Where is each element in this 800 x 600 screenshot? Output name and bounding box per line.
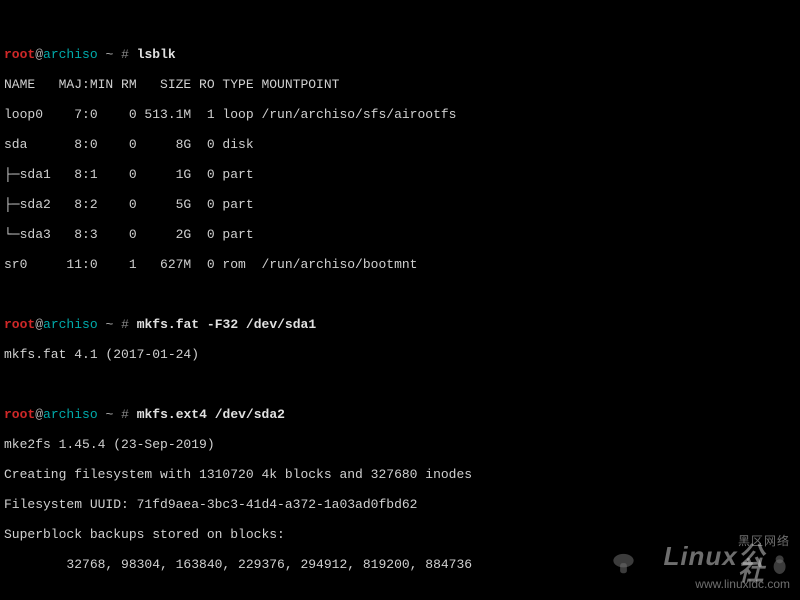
lsblk-row: loop0 7:0 0 513.1M 1 loop /run/archiso/s… (4, 107, 796, 122)
prompt-path: ~ (105, 47, 113, 62)
out-mke2fs: mke2fs 1.45.4 (23-Sep-2019) (4, 437, 796, 452)
cmd-mkfs-fat: mkfs.fat -F32 /dev/sda1 (137, 317, 316, 332)
lsblk-row: sda 8:0 0 8G 0 disk (4, 137, 796, 152)
lsblk-header: NAME MAJ:MIN RM SIZE RO TYPE MOUNTPOINT (4, 77, 796, 92)
lsblk-row: sr0 11:0 1 627M 0 rom /run/archiso/bootm… (4, 257, 796, 272)
out-mke2fs: Creating filesystem with 1310720 4k bloc… (4, 467, 796, 482)
out-mke2fs: Filesystem UUID: 71fd9aea-3bc3-41d4-a372… (4, 497, 796, 512)
out-blank (4, 587, 796, 600)
lsblk-row: ├─sda1 8:1 0 1G 0 part (4, 167, 796, 182)
lsblk-row: ├─sda2 8:2 0 5G 0 part (4, 197, 796, 212)
terminal[interactable]: root@archiso ~ # lsblk NAME MAJ:MIN RM S… (0, 0, 800, 600)
cmd-lsblk: lsblk (137, 47, 176, 62)
prompt-host: archiso (43, 47, 98, 62)
lsblk-row: └─sda3 8:3 0 2G 0 part (4, 227, 796, 242)
out-mkfsfat: mkfs.fat 4.1 (2017-01-24) (4, 347, 796, 362)
out-mke2fs: 32768, 98304, 163840, 229376, 294912, 81… (4, 557, 796, 572)
out-mke2fs: Superblock backups stored on blocks: (4, 527, 796, 542)
cmd-mkfs-ext4: mkfs.ext4 /dev/sda2 (137, 407, 285, 422)
prompt-user: root (4, 47, 35, 62)
